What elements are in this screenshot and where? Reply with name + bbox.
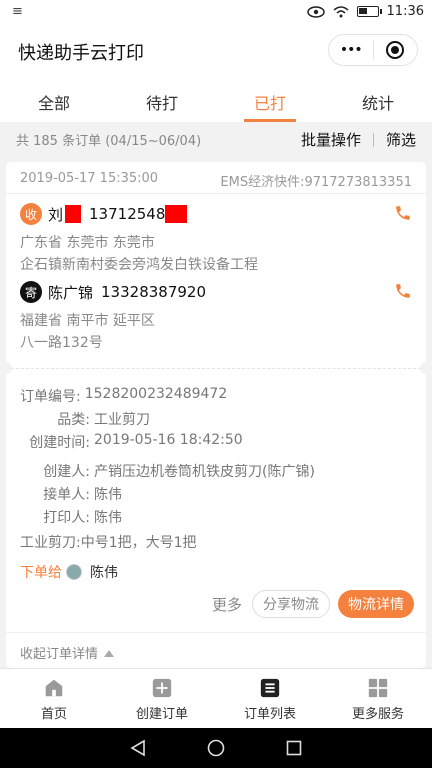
tab-pending[interactable]: 待打 [108,74,216,122]
detail-value: 工业剪刀 [94,412,150,428]
nav-more-services[interactable]: 更多服务 [324,669,432,728]
receiver-address-line2: 企石镇新南村委会旁鸿发白铁设备工程 [20,257,258,273]
redaction-mark [165,205,188,223]
system-nav-bar [0,728,432,768]
order-details: 订单编号: 1528200232489472 品类: 工业剪刀 创建时间: 2019-… [20,386,412,586]
more-menu-button[interactable]: ••• [329,35,373,65]
detail-value: 陈伟 [94,487,122,503]
bottom-nav: 首页 创建订单 订单列表 更多服务 [0,668,432,728]
more-button[interactable]: 更多 [212,594,242,615]
assign-row: 下单给 陈伟 [20,558,412,586]
sender-address-line1: 福建省 南平市 延平区 [20,313,155,329]
detail-row: 创建人: 产销压边机卷筒机铁皮剪刀(陈广锦) [20,461,412,484]
receiver-phone: 13712548 [89,205,166,223]
assign-name: 陈伟 [90,565,118,581]
recents-icon[interactable] [285,739,303,757]
order-note: 工业剪刀:中号1把，大号1把 [20,535,197,551]
home-icon [45,679,63,697]
status-icons: 11:36 [306,4,424,19]
summary-actions: 批量操作 筛选 [301,129,416,150]
detail-row: 打印人: 陈伟 [20,507,412,530]
detail-key: 订单编号: [20,389,81,405]
detail-value: 产销压边机卷筒机铁皮剪刀(陈广锦) [94,464,315,480]
status-time: 11:36 [386,4,424,19]
detail-key: 创建人: [43,464,90,480]
detail-row: 创建时间: 2019-05-16 18:42:50 [20,432,412,455]
detail-key: 品类: [57,412,90,428]
triangle-up-icon [104,650,115,657]
sender-address: 福建省 南平市 延平区 八一路132号 [20,310,412,354]
title-bar: 快递助手云打印 ••• [0,26,432,74]
order-date: 2019-05-17 15:35:00 [20,171,159,186]
avatar [66,564,82,580]
receiver-section: 收 刘 13712548 广东省 东莞市 东莞市 企石镇新南村委会旁鸿发白铁设备… [20,202,412,276]
dashed-divider [6,368,426,369]
nav-label: 订单列表 [243,707,296,722]
target-close-icon [386,41,405,59]
sender-name: 陈广锦 [48,283,94,302]
carrier-tracking: EMS经济快件:9717273813351 [220,175,412,190]
status-bar: ≡ 11:36 [0,0,432,26]
order-card-header: 2019-05-17 15:35:00 EMS经济快件:971727381335… [6,162,426,194]
nav-label: 创建订单 [135,707,188,722]
detail-key: 接单人: [43,487,90,503]
tab-printed[interactable]: 已打 [216,74,324,122]
wifi-icon [333,5,349,17]
collapse-details-toggle[interactable]: 收起订单详情 [6,632,426,668]
filter-button[interactable]: 筛选 [386,129,416,150]
home-circle-icon[interactable] [207,739,225,757]
ticket-notch [0,362,12,374]
phone-icon[interactable] [394,204,412,222]
detail-key: 创建时间: [29,435,90,451]
nav-label: 更多服务 [351,707,404,722]
receiver-name: 刘 [48,205,64,224]
action-divider [372,132,374,147]
detail-row: 订单编号: 1528200232489472 [20,386,412,409]
batch-operation-button[interactable]: 批量操作 [301,129,361,150]
order-tabs: 全部 待打 已打 统计 [0,74,432,122]
collapse-label: 收起订单详情 [20,647,99,662]
nav-create-order[interactable]: 创建订单 [108,669,216,728]
order-card: 2019-05-17 15:35:00 EMS经济快件:971727381335… [0,162,432,668]
sender-phone: 13328387920 [101,283,206,301]
back-icon[interactable] [129,739,147,757]
ticket-notch [420,362,432,374]
receiver-address: 广东省 东莞市 东莞市 企石镇新南村委会旁鸿发白铁设备工程 [20,232,412,276]
summary-bar: 共 185 条订单 (04/15~06/04) 批量操作 筛选 [0,122,432,156]
tab-stats[interactable]: 统计 [324,74,432,122]
phone-icon[interactable] [394,282,412,300]
assign-label: 下单给 [20,565,62,581]
plus-icon [152,678,172,698]
detail-row: 品类: 工业剪刀 [20,409,412,432]
more-dots-icon: ••• [339,42,363,58]
battery-icon [356,6,382,17]
app-title: 快递助手云打印 [18,43,144,64]
mini-program-capsule: ••• [328,34,418,66]
tab-all[interactable]: 全部 [0,74,108,122]
share-logistics-button[interactable]: 分享物流 [252,590,330,618]
sender-section: 寄 陈广锦 13328387920 福建省 南平市 延平区 八一路132号 [20,280,412,354]
order-actions: 更多 分享物流 物流详情 [212,590,414,618]
nav-label: 首页 [40,707,67,722]
list-icon [260,678,280,698]
logistics-detail-button[interactable]: 物流详情 [338,590,414,618]
sender-badge: 寄 [20,281,42,303]
detail-value: 1528200232489472 [84,386,228,402]
grid-icon [368,678,388,698]
nav-order-list[interactable]: 订单列表 [216,669,324,728]
detail-value: 陈伟 [94,510,122,526]
nav-home[interactable]: 首页 [0,669,108,728]
status-left-text: ≡ [12,4,23,19]
receiver-badge: 收 [20,203,42,225]
receiver-address-line1: 广东省 东莞市 东莞市 [20,235,155,251]
close-miniprogram-button[interactable] [374,35,418,65]
detail-value: 2019-05-16 18:42:50 [94,432,243,448]
detail-key: 打印人: [43,510,90,526]
redaction-mark [65,205,82,223]
detail-row: 接单人: 陈伟 [20,484,412,507]
eye-icon [306,5,325,18]
order-count: 共 185 条订单 (04/15~06/04) [16,134,202,149]
sender-address-line2: 八一路132号 [20,335,103,351]
